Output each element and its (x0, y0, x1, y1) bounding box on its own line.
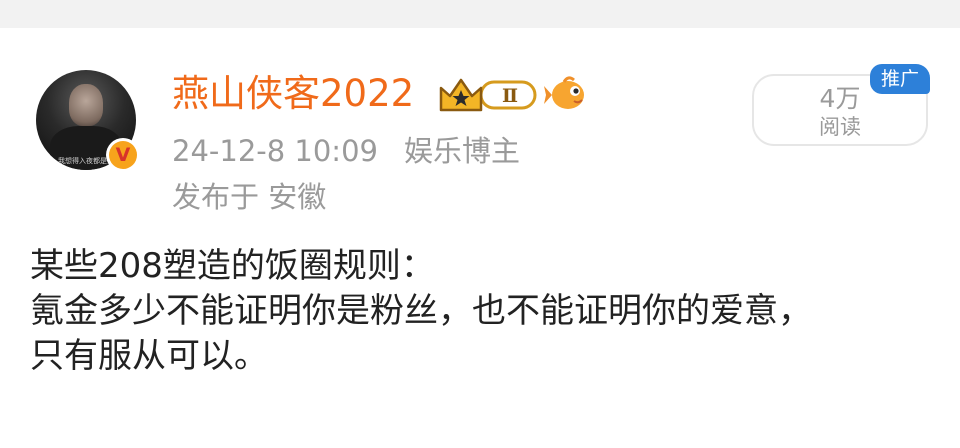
verified-badge-letter: V (109, 141, 137, 169)
post-content-line: 氪金多少不能证明你是粉丝，也不能证明你的爱意， (30, 291, 812, 331)
post-meta: 24-12-8 10:09 娱乐博主 (172, 132, 520, 170)
promo-tag: 推广 (870, 64, 930, 94)
fish-icon (544, 76, 584, 109)
verified-badge-icon: V (106, 138, 140, 172)
crown-level-badge-icon[interactable]: Ⅱ (437, 74, 541, 114)
level-badge-text: Ⅱ (502, 85, 518, 107)
post-content: 某些208塑造的饭圈规则： 氪金多少不能证明你是粉丝，也不能证明你的爱意， 只有… (30, 244, 950, 379)
top-divider-band (0, 0, 960, 28)
post-content-line: 某些208塑造的饭圈规则： (30, 246, 435, 286)
author-role: 娱乐博主 (403, 134, 520, 168)
read-label: 阅读 (819, 115, 861, 139)
post-timestamp: 24-12-8 10:09 (172, 134, 378, 168)
avatar-face (69, 84, 103, 126)
post-content-line: 只有服从可以。 (30, 336, 268, 376)
post-location: 发布于 安徽 (172, 180, 327, 214)
author-name[interactable]: 燕山侠客2022 (172, 72, 414, 116)
